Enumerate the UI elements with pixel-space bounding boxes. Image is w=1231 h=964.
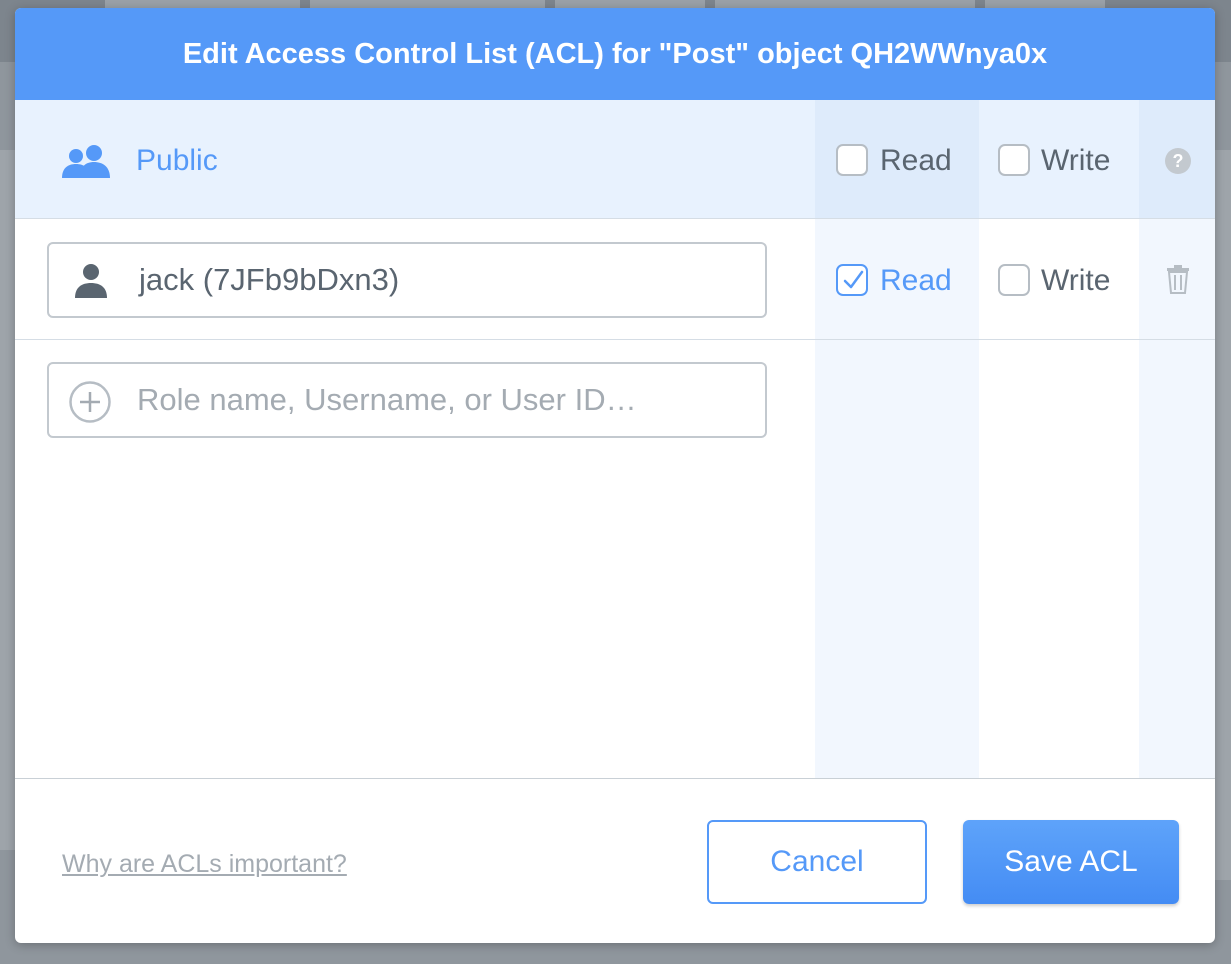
user-write-label[interactable]: Write: [1041, 262, 1110, 300]
user-read-checkbox[interactable]: [836, 264, 868, 296]
cancel-button[interactable]: Cancel: [707, 820, 927, 904]
trash-icon[interactable]: [1166, 264, 1190, 294]
user-icon: [75, 264, 107, 298]
background-right-edge: [1215, 150, 1231, 880]
plus-circle-icon: [69, 381, 111, 423]
group-icon: [62, 145, 110, 178]
public-write-label[interactable]: Write: [1041, 142, 1110, 180]
public-write-checkbox[interactable]: [998, 144, 1030, 176]
public-read-checkbox[interactable]: [836, 144, 868, 176]
user-entry-name: jack (7JFb9bDxn3): [139, 262, 400, 297]
help-icon[interactable]: ?: [1165, 148, 1191, 174]
user-entry-field[interactable]: jack (7JFb9bDxn3): [47, 242, 767, 318]
save-acl-button[interactable]: Save ACL: [963, 820, 1179, 904]
acl-modal: Edit Access Control List (ACL) for "Post…: [15, 8, 1215, 943]
modal-title: Edit Access Control List (ACL) for "Post…: [15, 8, 1215, 100]
why-acls-link[interactable]: Why are ACLs important?: [62, 848, 347, 880]
checkmark-icon: [843, 270, 864, 289]
add-entry-field[interactable]: [47, 362, 767, 438]
public-read-label[interactable]: Read: [880, 142, 952, 180]
footer-divider: [15, 778, 1215, 779]
background-left-edge: [0, 150, 16, 850]
user-write-checkbox[interactable]: [998, 264, 1030, 296]
add-entry-input[interactable]: [137, 376, 747, 424]
user-read-label[interactable]: Read: [880, 262, 952, 300]
public-label: Public: [136, 144, 218, 177]
